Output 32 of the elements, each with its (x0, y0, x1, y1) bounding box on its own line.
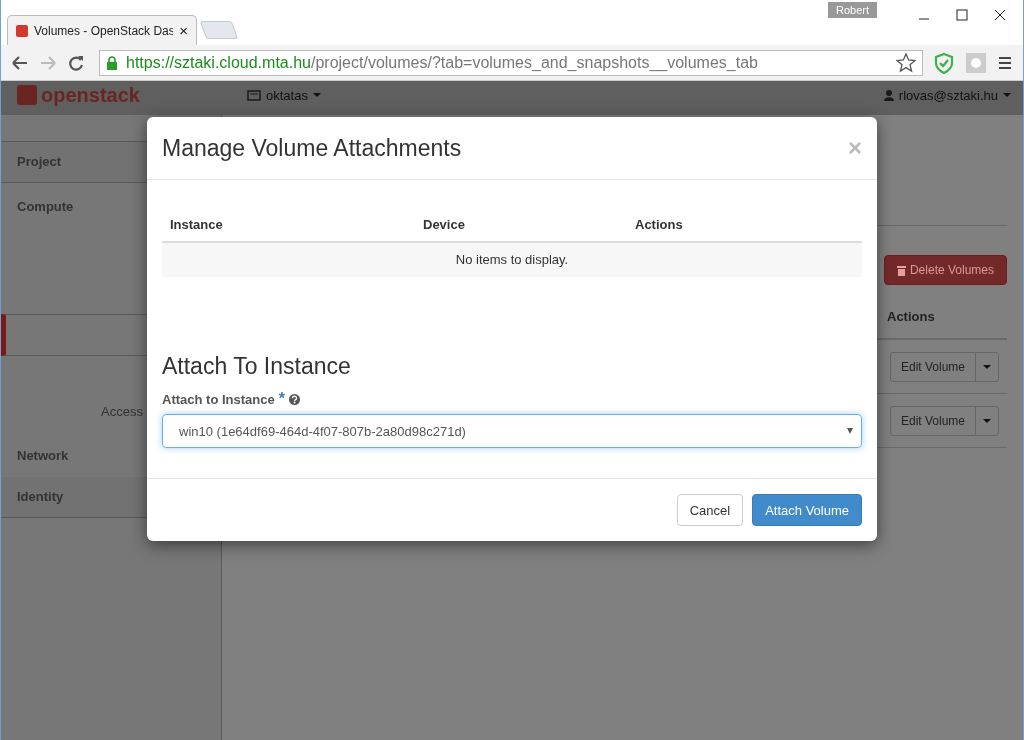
back-icon[interactable] (11, 54, 29, 71)
attach-volume-button[interactable]: Attach Volume (752, 494, 862, 526)
trash-icon (896, 264, 906, 276)
help-icon[interactable] (288, 393, 300, 405)
column-header: Actions (887, 308, 936, 324)
monitor-icon (247, 89, 261, 101)
required-mark: * (278, 390, 285, 408)
user-icon (883, 89, 894, 101)
column-header: Instance (170, 216, 224, 232)
instance-select[interactable]: win10 (1e64df69-464d-4f07-807b-2a80d98c271d) (162, 414, 862, 448)
profile-name[interactable]: Robert (827, 2, 877, 18)
address-bar[interactable]: https://sztaki.cloud.mta.hu/project/volumes/?tab=volumes_and_snapshots__volumes_tab (99, 49, 923, 76)
edit-volume-button[interactable]: Edit Volume (889, 351, 999, 382)
url-text: https://sztaki.cloud.mta.hu/project/volumes/?tab=volumes_and_snapshots__volumes_tab (126, 53, 758, 72)
cancel-button[interactable]: Cancel (676, 494, 744, 526)
star-icon[interactable] (896, 52, 916, 73)
dropdown-arrow-icon (847, 428, 853, 434)
project-dropdown[interactable]: oktatas (247, 87, 321, 103)
column-header: Device (423, 216, 466, 232)
column-header: Actions (635, 216, 683, 232)
close-button[interactable]: × (848, 134, 862, 162)
reload-icon[interactable] (67, 53, 85, 72)
field-label: Attach to Instance (162, 391, 275, 407)
menu-icon[interactable] (997, 54, 1013, 71)
edit-volume-button[interactable]: Edit Volume (889, 405, 999, 436)
logo-text: openstack (41, 83, 140, 107)
empty-table-message: No items to display. (162, 243, 862, 277)
delete-volumes-button[interactable]: Delete Volumes (883, 255, 1007, 285)
lock-icon (106, 55, 118, 70)
user-menu[interactable]: rlovas@sztaki.hu (883, 87, 1011, 103)
section-heading: Attach To Instance (162, 353, 352, 380)
close-tab-button[interactable]: × (179, 22, 188, 39)
